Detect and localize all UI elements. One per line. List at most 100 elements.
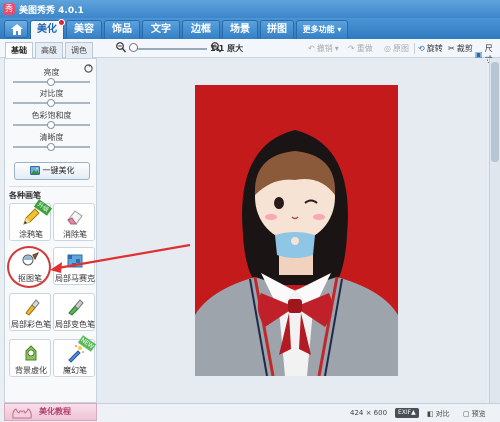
exif-button[interactable]: EXIF▲ — [395, 408, 419, 418]
brush-cutout[interactable]: 抠图笔 — [7, 246, 51, 288]
contrast-label: 对比度 — [39, 89, 64, 98]
compare-button[interactable]: ◧ 对比 — [427, 409, 450, 419]
tab-beauty[interactable]: 美容 — [66, 20, 102, 39]
brush-label: 背景虚化 — [15, 366, 47, 375]
title-bar: 秀 美图秀秀 4.0.1 — [0, 0, 500, 18]
home-button[interactable] — [4, 20, 28, 38]
cutout-brush-icon — [22, 252, 40, 266]
tab-label: 饰品 — [112, 24, 132, 35]
preview-label: 预览 — [471, 410, 486, 418]
undo-label: 撤销 — [316, 44, 333, 53]
brush-local-recolor[interactable]: 局部变色笔 — [53, 293, 95, 331]
subtab-label: 调色 — [71, 46, 87, 55]
tab-label: 更多功能 ▾ — [302, 25, 342, 34]
tab-label: 边框 — [191, 24, 211, 35]
actual-size-button[interactable]: 1:1 原大 — [210, 43, 243, 54]
left-panel: 亮度 对比度 色彩饱和度 清晰度 一键美化 各种画笔 涂鸦笔 升级 消除笔 抠图… — [4, 58, 97, 403]
one-key-label: 一键美化 — [42, 166, 75, 175]
saturation-knob[interactable] — [47, 121, 55, 129]
brush-doodle[interactable]: 涂鸦笔 升级 — [9, 199, 53, 241]
toolbar: 基础 高级 调色 1:1 原大 ↶撤销▾ ↷重做 ◎原图 ⟲旋转 ✂裁剪 ▣尺寸 — [0, 39, 500, 64]
home-icon — [11, 24, 23, 35]
sharpness-label: 清晰度 — [39, 133, 64, 142]
tab-more-features[interactable]: 更多功能 ▾ — [296, 20, 348, 39]
recolor-brush-icon — [68, 299, 84, 316]
brush-label: 消除笔 — [63, 230, 87, 239]
brush-background-blur[interactable]: 背景虚化 — [9, 339, 51, 377]
brush-label: 局部变色笔 — [55, 320, 95, 329]
tutorial-button[interactable]: 美化教程 — [4, 403, 97, 421]
zoom-slider-track[interactable] — [129, 48, 207, 50]
tab-label: 美化 — [37, 24, 57, 35]
tab-accessories[interactable]: 饰品 — [104, 20, 140, 39]
redo-label: 重做 — [356, 44, 373, 53]
contrast-knob[interactable] — [47, 99, 55, 107]
brush-eraser[interactable]: 消除笔 — [53, 203, 95, 241]
tutorial-label: 美化教程 — [39, 407, 71, 416]
preview-icon: ▢ — [463, 410, 470, 418]
brush-magic[interactable]: 魔幻笔 NEW — [53, 335, 97, 377]
preview-button[interactable]: ▢ 预览 — [463, 409, 486, 419]
subtab-color[interactable]: 调色 — [65, 42, 93, 58]
undo-icon: ↶ — [308, 44, 315, 53]
canvas-area[interactable] — [97, 58, 487, 403]
toolbar-separator — [414, 43, 415, 54]
photo-content — [195, 85, 398, 376]
rotate-label: 旋转 — [426, 44, 443, 53]
portrait-photo[interactable] — [195, 85, 398, 376]
tab-collage[interactable]: 拼图 — [260, 20, 294, 39]
tab-scene[interactable]: 场景 — [222, 20, 258, 39]
hands-icon — [12, 408, 32, 419]
original-label: 原图 — [392, 44, 409, 53]
one-key-beautify-button[interactable]: 一键美化 — [14, 162, 90, 180]
brushes-title: 各种画笔 — [9, 191, 41, 200]
saturation-label: 色彩饱和度 — [31, 111, 72, 120]
zoom-out-icon[interactable] — [116, 42, 126, 53]
eraser-icon — [67, 210, 83, 225]
main-tab-bar: 美化 美容 饰品 文字 边框 场景 拼图 更多功能 ▾ — [0, 18, 500, 39]
image-dimensions: 424 × 600 — [350, 409, 388, 417]
panel-divider — [9, 186, 94, 187]
tab-frame[interactable]: 边框 — [182, 20, 220, 39]
subtab-label: 基础 — [11, 46, 27, 55]
blur-background-icon — [25, 345, 37, 361]
crop-button[interactable]: ✂ 裁剪 — [448, 43, 473, 54]
notification-dot — [58, 19, 65, 26]
original-button[interactable]: ◎ 原图 — [384, 43, 409, 54]
sharpness-knob[interactable] — [47, 143, 55, 151]
redo-button[interactable]: ↷ 重做 — [348, 43, 373, 54]
brush-label: 涂鸦笔 — [19, 230, 43, 239]
tab-label: 美容 — [74, 24, 94, 35]
brush-label: 抠图笔 — [18, 274, 42, 283]
brush-label: 局部彩色笔 — [11, 320, 51, 329]
tab-beautify[interactable]: 美化 — [30, 19, 65, 39]
mosaic-icon — [67, 254, 83, 268]
vertical-scrollbar[interactable] — [489, 58, 500, 403]
app-logo-icon: 秀 — [3, 3, 15, 15]
brush-label: 局部马赛克 — [55, 274, 95, 283]
subtab-basic[interactable]: 基础 — [5, 42, 33, 58]
subtab-advanced[interactable]: 高级 — [35, 42, 63, 58]
brush-label: 魔幻笔 — [63, 366, 87, 375]
compare-icon: ◧ — [427, 410, 434, 418]
brush-local-color[interactable]: 局部彩色笔 — [9, 293, 51, 331]
brightness-label: 亮度 — [43, 68, 60, 77]
brush-mosaic[interactable]: 局部马赛克 — [53, 247, 95, 285]
rotate-button[interactable]: ⟲ 旋转 — [418, 43, 443, 54]
redo-icon: ↷ — [348, 44, 355, 53]
compare-label: 对比 — [435, 410, 450, 418]
crop-icon: ✂ — [448, 44, 455, 53]
scrollbar-thumb[interactable] — [491, 62, 499, 162]
actual-size-label: 1:1 原大 — [210, 44, 244, 53]
tab-label: 场景 — [230, 24, 250, 35]
tab-text[interactable]: 文字 — [142, 20, 180, 39]
subtab-label: 高级 — [41, 46, 57, 55]
app-title: 美图秀秀 4.0.1 — [19, 6, 84, 16]
crop-label: 裁剪 — [456, 44, 473, 53]
tab-label: 拼图 — [267, 24, 287, 35]
color-brush-icon — [25, 299, 40, 316]
brightness-knob[interactable] — [47, 78, 55, 86]
zoom-slider-knob[interactable] — [129, 43, 138, 52]
undo-button[interactable]: ↶ 撤销 ▾ — [308, 43, 339, 54]
tab-label: 文字 — [151, 24, 171, 35]
